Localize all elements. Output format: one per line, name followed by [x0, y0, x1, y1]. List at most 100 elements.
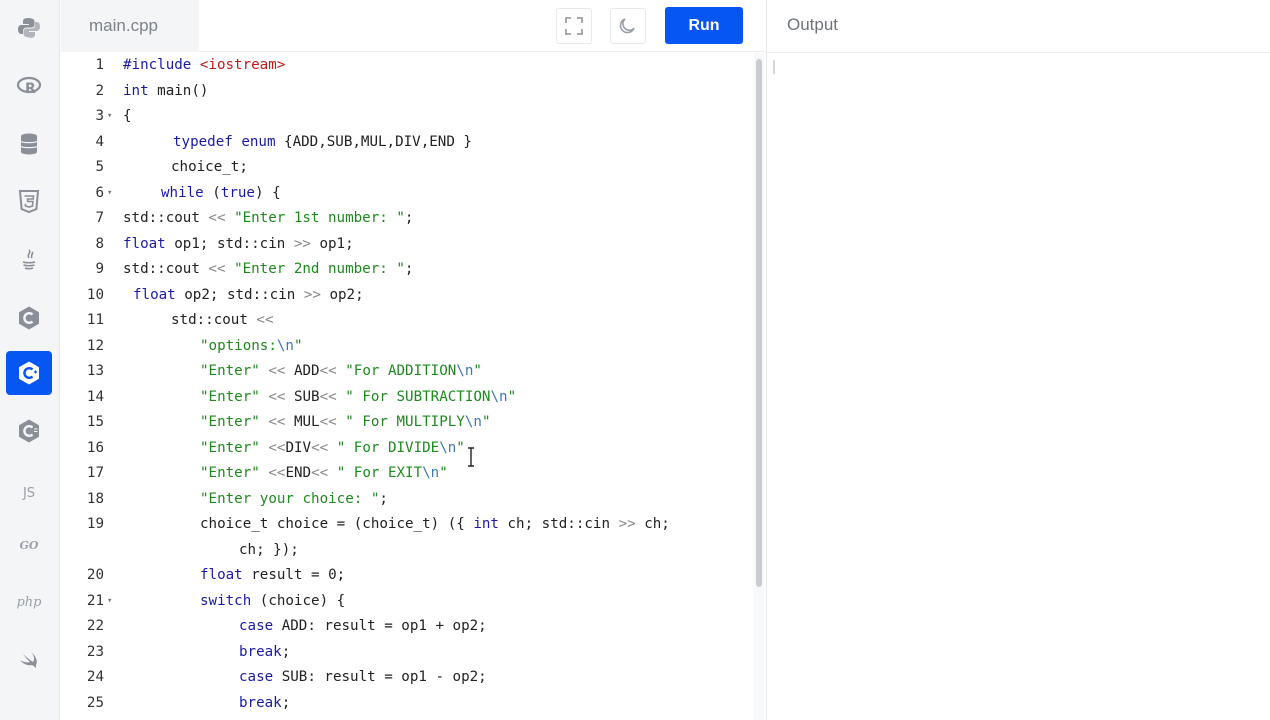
code-text: while (true) { — [161, 184, 281, 201]
html5-icon[interactable] — [6, 180, 52, 224]
code-text: break; — [239, 643, 291, 660]
editor-header: main.cpp Run — [61, 0, 766, 52]
fullscreen-button[interactable] — [556, 8, 592, 44]
code-line[interactable]: 15 "Enter" << MUL<< " For MULTIPLY\n" — [61, 410, 751, 436]
code-text: "Enter" << SUB<< " For SUBTRACTION\n" — [200, 388, 517, 405]
code-line[interactable]: 22 case ADD: result = op1 + op2; — [61, 614, 751, 640]
panel-resize-handle[interactable] — [773, 60, 775, 74]
code-text: "Enter" <<DIV<< " For DIVIDE\n" — [200, 439, 465, 456]
run-button[interactable]: Run — [665, 7, 743, 44]
line-number: 23 — [86, 643, 104, 660]
output-title: Output — [787, 15, 839, 34]
line-number: 16 — [86, 439, 104, 456]
php-icon[interactable]: php — [6, 580, 52, 624]
fullscreen-icon — [565, 17, 583, 35]
code-line[interactable]: 1 #include <iostream> — [61, 53, 751, 79]
line-number: 25 — [86, 694, 104, 711]
line-number: 15 — [86, 414, 104, 430]
line-number: 11 — [86, 312, 104, 328]
line-number: 3 — [95, 108, 104, 124]
file-tab-label: main.cpp — [89, 16, 158, 35]
code-text: "Enter" << ADD<< "For ADDITION\n" — [200, 363, 482, 379]
fold-toggle-icon[interactable]: ▾ — [107, 181, 112, 207]
theme-toggle-button[interactable] — [610, 8, 646, 44]
code-line[interactable]: 16 "Enter" <<DIV<< " For DIVIDE\n" — [61, 436, 751, 462]
code-text: #include <iostream> — [123, 57, 286, 73]
code-text: { — [123, 108, 132, 124]
code-text: case ADD: result = op1 + op2; — [239, 618, 487, 634]
code-line[interactable]: 23 break; — [61, 640, 751, 666]
line-number: 21 — [86, 592, 104, 609]
javascript-icon[interactable]: JS — [6, 471, 52, 515]
line-number: 12 — [86, 337, 104, 354]
code-line[interactable]: ch; }); — [61, 538, 751, 564]
code-line[interactable]: 4 typedef enum {ADD,SUB,MUL,DIV,END } — [61, 130, 751, 156]
line-number: 14 — [86, 388, 104, 405]
code-line[interactable]: 25 break; — [61, 691, 751, 717]
code-text: float op1; std::cin >> op1; — [123, 235, 354, 252]
code-line[interactable]: 24 case SUB: result = op1 - op2; — [61, 665, 751, 691]
code-line[interactable]: 12 "options:\n" — [61, 334, 751, 360]
line-number: 22 — [86, 618, 104, 634]
file-tab[interactable]: main.cpp — [61, 0, 199, 52]
code-line[interactable]: 3 ▾ { — [61, 104, 751, 130]
code-text: choice_t; — [171, 159, 248, 175]
line-number: 19 — [86, 516, 104, 532]
output-divider — [767, 52, 1270, 53]
code-line[interactable]: 13 "Enter" << ADD<< "For ADDITION\n" — [61, 359, 751, 385]
code-text: std::cout << "Enter 1st number: "; — [123, 210, 414, 226]
code-text: std::cout << "Enter 2nd number: "; — [123, 261, 414, 277]
cpp-icon[interactable] — [6, 351, 52, 395]
line-number: 6 — [95, 184, 104, 201]
code-line[interactable]: 14 "Enter" << SUB<< " For SUBTRACTION\n" — [61, 385, 751, 411]
csharp-icon[interactable] — [6, 409, 52, 453]
line-number: 9 — [95, 261, 104, 277]
code-text: int main() — [123, 82, 209, 99]
code-text: std::cout << — [171, 312, 274, 328]
line-number: 8 — [95, 235, 104, 252]
code-line[interactable]: 2 int main() — [61, 79, 751, 105]
fold-toggle-icon[interactable]: ▾ — [107, 589, 112, 615]
code-line[interactable]: 10 float op2; std::cin >> op2; — [61, 283, 751, 309]
language-sidebar: R JS GO php — [0, 0, 60, 720]
java-icon[interactable] — [6, 238, 52, 282]
line-number: 2 — [95, 82, 104, 99]
code-text: "options:\n" — [200, 337, 303, 354]
code-line[interactable]: 21 ▾ switch (choice) { — [61, 589, 751, 615]
fold-toggle-icon[interactable]: ▾ — [107, 104, 112, 130]
output-panel: Output — [766, 0, 1270, 720]
code-line[interactable]: 20 float result = 0; — [61, 563, 751, 589]
code-line[interactable]: 18 "Enter your choice: "; — [61, 487, 751, 513]
r-icon[interactable]: R — [6, 64, 52, 108]
python-icon[interactable] — [6, 6, 52, 50]
code-text: case SUB: result = op1 - op2; — [239, 669, 487, 685]
code-text: "Enter your choice: "; — [200, 490, 388, 507]
code-line[interactable]: 9 std::cout << "Enter 2nd number: "; — [61, 257, 751, 283]
code-line[interactable]: 17 "Enter" <<END<< " For EXIT\n" — [61, 461, 751, 487]
code-text: float op2; std::cin >> op2; — [133, 286, 364, 303]
code-line[interactable]: 5 choice_t; — [61, 155, 751, 181]
line-number: 10 — [86, 286, 104, 303]
svg-text:R: R — [25, 81, 36, 97]
code-text: break; — [239, 694, 291, 711]
line-number: 13 — [86, 363, 104, 379]
line-number: 20 — [86, 567, 104, 583]
text-cursor-icon — [468, 447, 474, 467]
code-text: typedef enum {ADD,SUB,MUL,DIV,END } — [173, 133, 472, 150]
code-text: switch (choice) { — [200, 592, 346, 609]
editor-scrollbar[interactable] — [756, 59, 762, 587]
swift-icon[interactable] — [6, 638, 52, 682]
code-line[interactable]: 8 float op1; std::cin >> op1; — [61, 232, 751, 258]
code-line[interactable]: 11 std::cout << — [61, 308, 751, 334]
moon-icon — [619, 18, 635, 34]
javascript-label: JS — [22, 485, 36, 501]
code-editor[interactable]: 1 #include <iostream> 2 int main() 3 ▾{4 typed… — [61, 53, 766, 720]
code-line[interactable]: 19 choice_t choice = (choice_t) ({ int ch… — [61, 512, 751, 538]
go-icon[interactable]: GO — [6, 523, 52, 567]
code-text: choice_t choice = (choice_t) ({ int ch; … — [200, 516, 670, 532]
code-line[interactable]: 6 ▾ while (true) { — [61, 181, 751, 207]
code-line[interactable]: 7 std::cout << "Enter 1st number: "; — [61, 206, 751, 232]
database-icon[interactable] — [6, 122, 52, 166]
line-number: 24 — [86, 669, 104, 685]
c-icon[interactable] — [6, 296, 52, 340]
